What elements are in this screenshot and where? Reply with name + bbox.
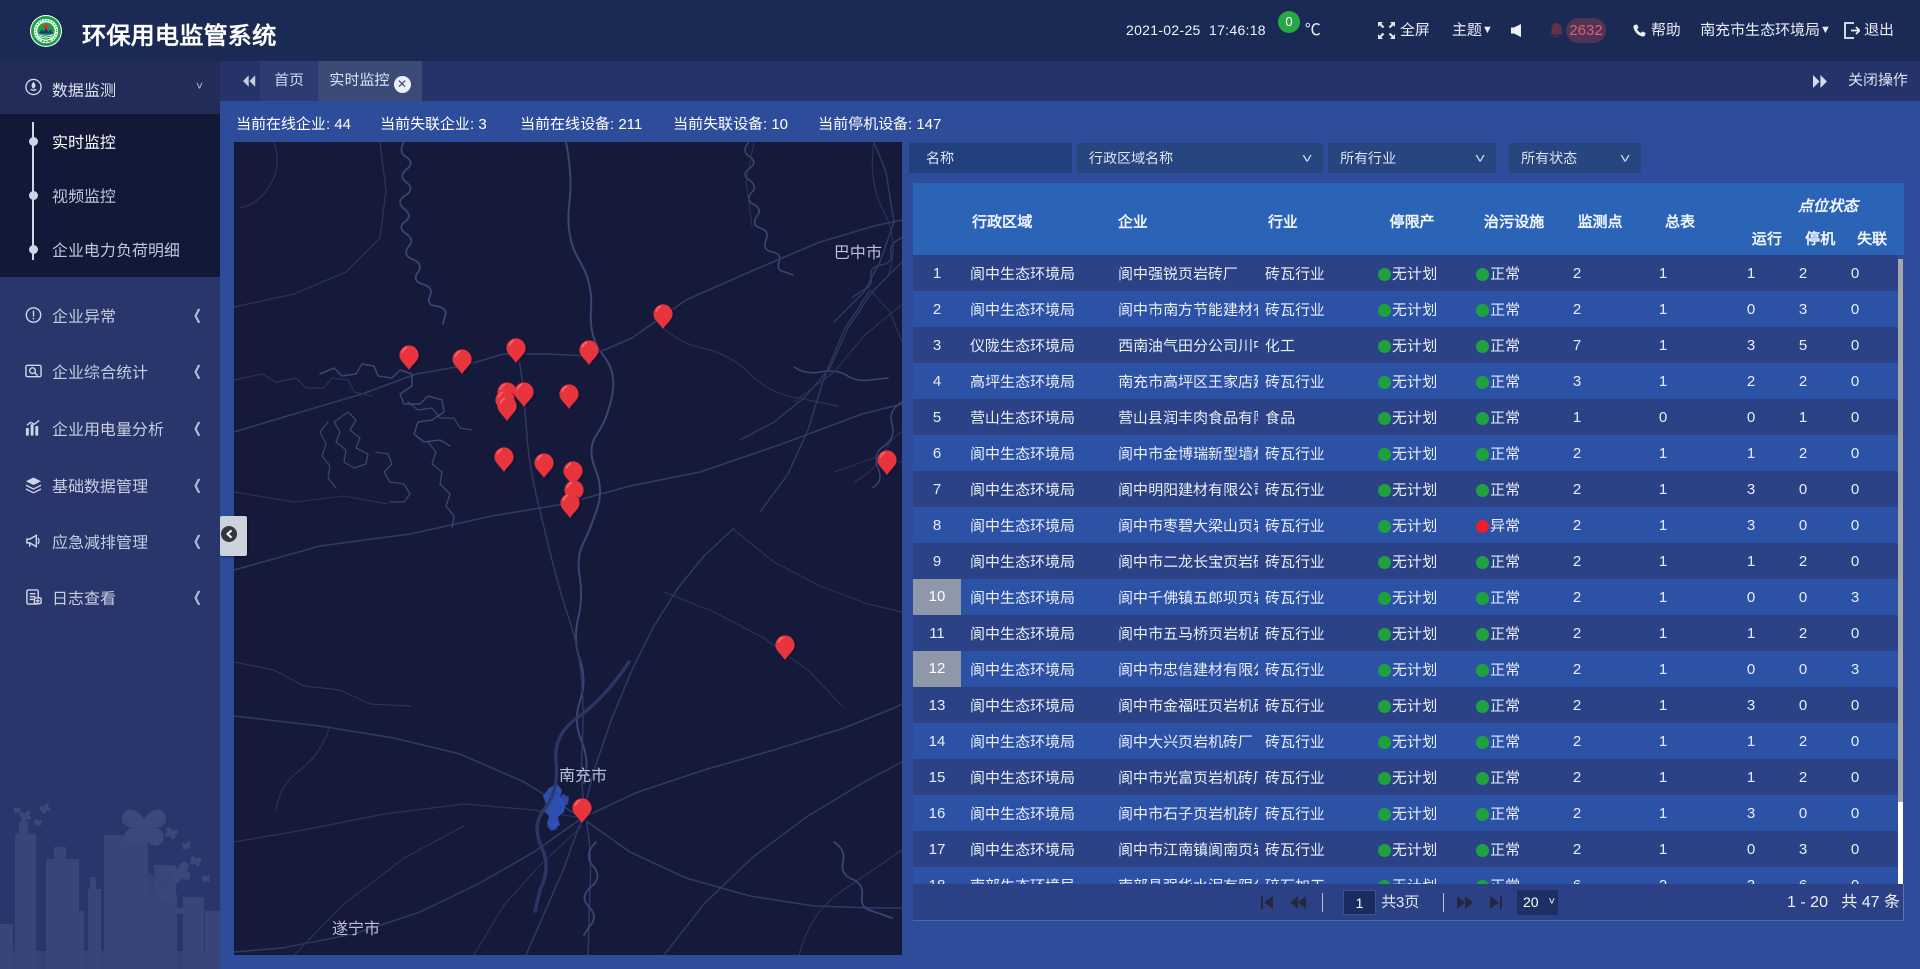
svg-text:南充市: 南充市 — [559, 767, 607, 785]
svg-text:巴中市: 巴中市 — [834, 244, 882, 262]
svg-text:遂宁市: 遂宁市 — [332, 920, 380, 938]
